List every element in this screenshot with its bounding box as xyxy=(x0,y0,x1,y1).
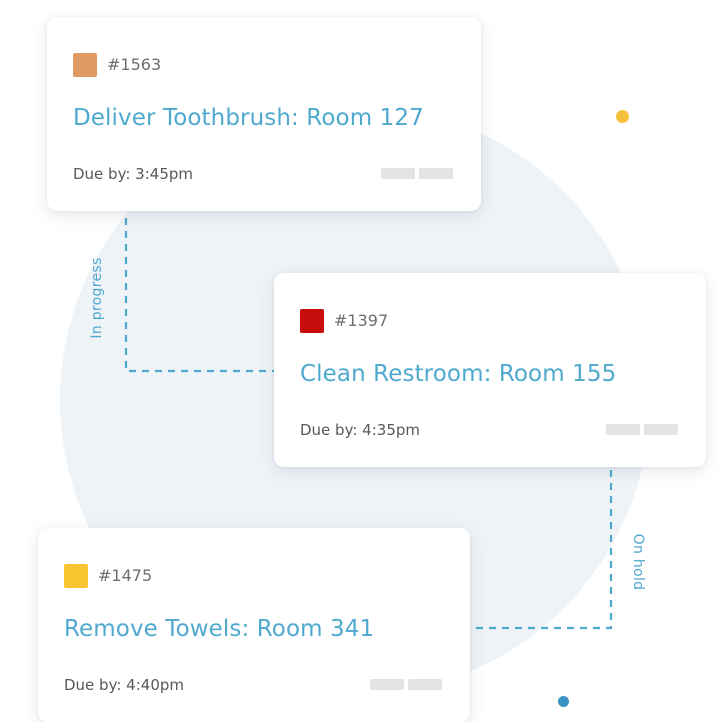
connector-on-hold xyxy=(470,470,613,630)
placeholder-bar xyxy=(370,679,404,690)
task-title[interactable]: Remove Towels: Room 341 xyxy=(64,616,374,642)
placeholder-bar xyxy=(606,424,640,435)
due-time: Due by: 4:35pm xyxy=(300,421,420,439)
priority-swatch xyxy=(73,53,97,77)
task-card[interactable]: #1397 Clean Restroom: Room 155 Due by: 4… xyxy=(274,273,706,467)
connector-in-progress xyxy=(124,218,274,373)
task-board: In progress On hold #1563 Deliver Toothb… xyxy=(0,0,718,722)
task-title[interactable]: Clean Restroom: Room 155 xyxy=(300,361,616,387)
due-time: Due by: 4:40pm xyxy=(64,676,184,694)
priority-swatch xyxy=(300,309,324,333)
ticket-id: #1397 xyxy=(334,311,389,330)
task-title[interactable]: Deliver Toothbrush: Room 127 xyxy=(73,105,424,131)
ticket-id: #1563 xyxy=(107,55,162,74)
status-label-on-hold: On hold xyxy=(630,533,646,591)
placeholder-bar xyxy=(419,168,453,179)
task-card[interactable]: #1475 Remove Towels: Room 341 Due by: 4:… xyxy=(38,528,470,722)
task-card[interactable]: #1563 Deliver Toothbrush: Room 127 Due b… xyxy=(47,17,481,211)
due-time: Due by: 3:45pm xyxy=(73,165,193,183)
placeholder-bar xyxy=(408,679,442,690)
placeholder-bar xyxy=(644,424,678,435)
ticket-id: #1475 xyxy=(98,566,153,585)
status-label-in-progress: In progress xyxy=(89,257,105,339)
priority-swatch xyxy=(64,564,88,588)
placeholder-bar xyxy=(381,168,415,179)
